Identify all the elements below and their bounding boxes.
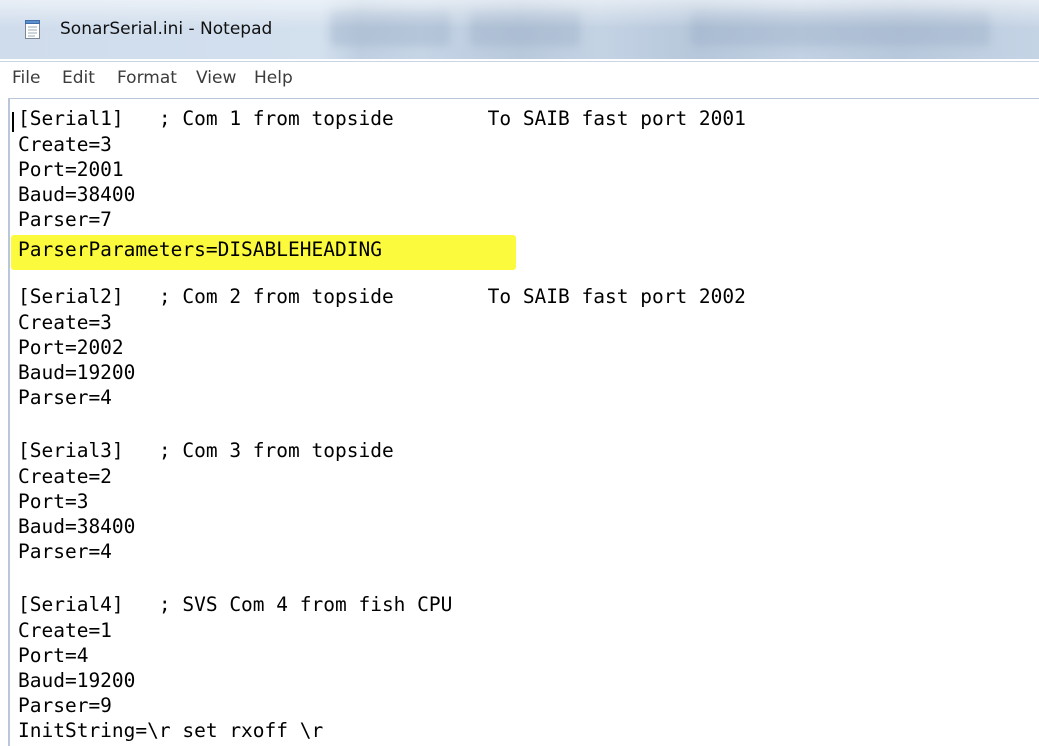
background-blur	[690, 10, 990, 46]
notepad-window: SonarSerial.ini - Notepad File Edit Form…	[0, 0, 1039, 746]
menu-file[interactable]: File	[12, 68, 40, 88]
text-line: Port=4	[18, 644, 89, 667]
text-line: Baud=38400	[18, 183, 136, 206]
text-line: Baud=19200	[18, 669, 136, 692]
text-line: Create=3	[18, 311, 112, 334]
menu-edit[interactable]: Edit	[62, 68, 95, 88]
text-line: Parser=9	[18, 694, 112, 717]
menu-format[interactable]: Format	[117, 68, 177, 88]
text-line: Baud=19200	[18, 361, 136, 384]
text-line: Baud=38400	[18, 515, 136, 538]
text-line: Port=2001	[18, 158, 124, 181]
text-line: Port=2002	[18, 336, 124, 359]
text-line: Parser=7	[18, 208, 112, 231]
text-line: Port=3	[18, 490, 89, 513]
text-line: [Serial1] ; Com 1 from topside To SAIB f…	[18, 107, 746, 130]
background-blur	[470, 10, 580, 46]
title-bar[interactable]: SonarSerial.ini - Notepad	[0, 0, 1039, 59]
window-title: SonarSerial.ini - Notepad	[60, 19, 273, 39]
text-line: [Serial4] ; SVS Com 4 from fish CPU	[18, 593, 453, 616]
menu-view[interactable]: View	[196, 68, 236, 88]
text-line: InitString=\r set rxoff \r	[18, 719, 324, 742]
text-line: [Serial3] ; Com 3 from topside	[18, 439, 394, 462]
text-line: Create=2	[18, 465, 112, 488]
text-caret	[12, 112, 14, 132]
text-line: Parser=4	[18, 386, 112, 409]
background-blur	[330, 10, 450, 46]
text-line: Create=1	[18, 619, 112, 642]
menu-help[interactable]: Help	[254, 68, 293, 88]
text-line: Parser=4	[18, 540, 112, 563]
highlighted-text-line: ParserParameters=DISABLEHEADING	[18, 238, 382, 261]
text-editor[interactable]	[8, 98, 1039, 746]
notepad-icon	[25, 20, 40, 39]
text-line: [Serial2] ; Com 2 from topside To SAIB f…	[18, 285, 746, 308]
text-line: Create=3	[18, 133, 112, 156]
